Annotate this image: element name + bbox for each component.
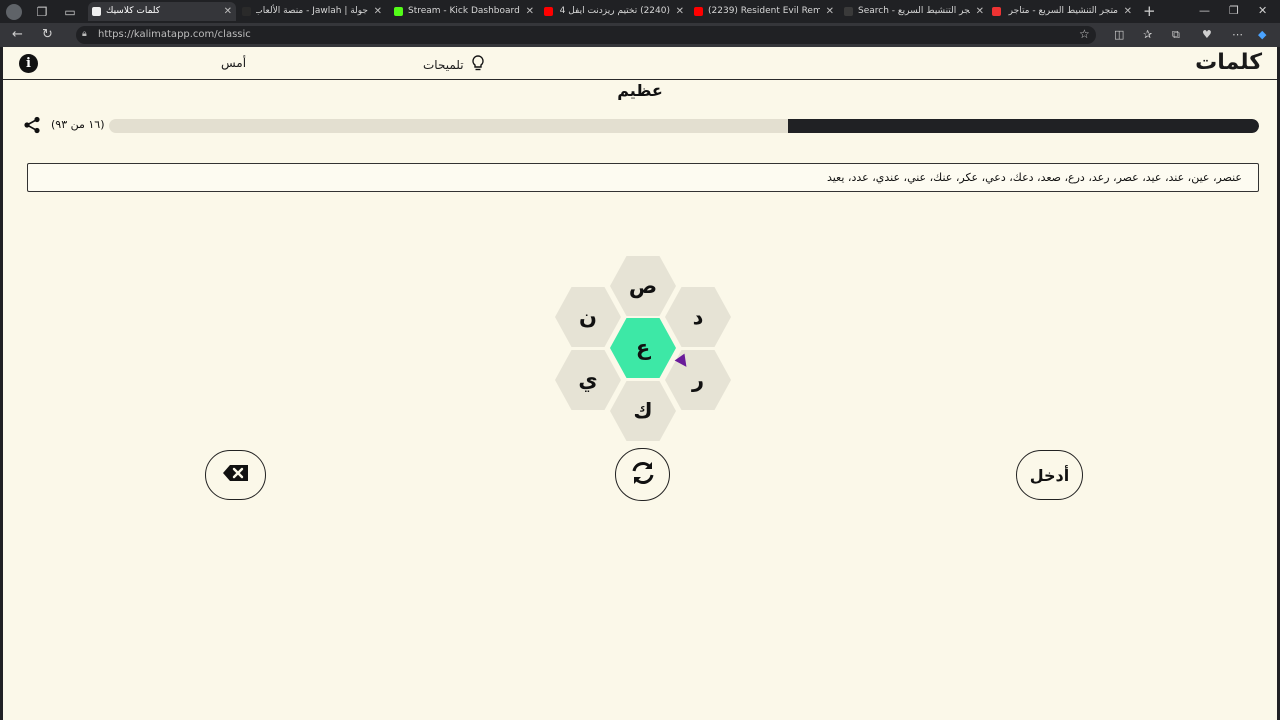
close-tab-icon[interactable]: ✕ — [676, 2, 684, 21]
rank-title: عظيم — [617, 81, 663, 100]
close-tab-icon[interactable]: ✕ — [374, 2, 382, 21]
more-menu-icon[interactable]: ⋯ — [1232, 27, 1243, 43]
progress-fill — [787, 119, 1259, 133]
letter-tile-bottom-left[interactable]: ي — [555, 350, 621, 410]
tab-kick-dashboard[interactable]: Stream - Kick Dashboard ✕ — [390, 2, 538, 21]
tab-favicon-icon — [394, 7, 403, 16]
copilot-icon[interactable]: ◆ — [1258, 27, 1266, 43]
tab-jawlah[interactable]: جولة | Jawlah - منصة الألعاب الت... ✕ — [238, 2, 386, 21]
close-tab-icon[interactable]: ✕ — [224, 2, 232, 21]
enter-button[interactable]: أدخل — [1016, 450, 1083, 500]
close-tab-icon[interactable]: ✕ — [976, 2, 984, 21]
backspace-icon — [222, 464, 250, 486]
close-tab-icon[interactable]: ✕ — [526, 2, 534, 21]
close-tab-icon[interactable]: ✕ — [1124, 2, 1132, 21]
close-window-icon[interactable]: ✕ — [1258, 3, 1267, 19]
tab-favicon-icon — [544, 7, 553, 16]
shuffle-button[interactable] — [615, 448, 670, 501]
yesterday-button[interactable]: أمس — [221, 56, 246, 70]
profile-icon[interactable] — [6, 4, 22, 20]
browser-tab-bar: ❐ ▭ كلمات كلاسيك ✕ جولة | Jawlah - منصة … — [0, 0, 1280, 23]
tab-title: Stream - Kick Dashboard — [408, 6, 520, 16]
favorite-star-icon[interactable]: ☆ — [1079, 27, 1090, 41]
address-bar-row: ← ↻ 🔒︎ https://kalimatapp.com/classic ☆ … — [0, 23, 1280, 47]
tab-title: (2240) تختيم ريزدنت ايفل 4 ريميك... — [558, 6, 670, 16]
app-logo[interactable]: كلمات — [1195, 50, 1262, 75]
tab-favicon-icon — [92, 7, 101, 16]
progress-bar — [109, 119, 1259, 133]
back-icon[interactable]: ← — [12, 27, 23, 43]
split-screen-icon[interactable]: ◫ — [1114, 27, 1124, 43]
tab-favicon-icon — [242, 7, 251, 16]
tab-title: (2239) Resident Evil Remastere... — [708, 6, 820, 16]
tab-title: كلمات كلاسيك — [106, 6, 161, 16]
restore-icon[interactable]: ❐ — [1229, 3, 1239, 19]
tab-youtube-re-remastered[interactable]: (2239) Resident Evil Remastere... ✕ — [690, 2, 838, 21]
letter-tile-top-right[interactable]: د — [665, 287, 731, 347]
tab-title: جولة | Jawlah - منصة الألعاب الت... — [256, 6, 368, 16]
hints-button[interactable]: تلميحات — [423, 55, 485, 74]
tab-actions-icon[interactable]: ▭ — [62, 4, 78, 20]
app-header: كلمات تلميحات أمس i — [3, 47, 1277, 80]
tab-title: Search - متجر التنشيط السريع — [858, 6, 970, 16]
score-count: (١٦ من ٩٣) — [51, 118, 105, 131]
found-words-box[interactable]: عنصر، عين، عند، عيد، عصر، رعد، درع، صعد،… — [27, 163, 1259, 192]
workspaces-icon[interactable]: ❐ — [34, 4, 50, 20]
share-icon[interactable] — [23, 116, 41, 134]
tab-search[interactable]: Search - متجر التنشيط السريع ✕ — [840, 2, 988, 21]
url-text: https://kalimatapp.com/classic — [98, 29, 251, 40]
favorites-icon[interactable]: ✰ — [1143, 27, 1152, 43]
reload-icon[interactable]: ↻ — [42, 27, 53, 43]
collections-icon[interactable]: ⧉ — [1172, 27, 1180, 43]
found-words-list: عنصر، عين، عند، عيد، عصر، رعد، درع، صعد،… — [826, 171, 1242, 184]
hints-label: تلميحات — [423, 58, 464, 72]
letter-tile-center[interactable]: ع — [610, 318, 676, 378]
tab-title: متجر التنشيط السريع - متاجر محدة — [1006, 6, 1118, 16]
close-tab-icon[interactable]: ✕ — [826, 2, 834, 21]
kalimat-page: كلمات تلميحات أمس i عظيم (١٦ من ٩٣) عنصر… — [0, 47, 1280, 720]
letter-tile-top[interactable]: ص — [610, 256, 676, 316]
shuffle-refresh-icon — [630, 460, 656, 490]
minimize-icon[interactable]: — — [1199, 3, 1210, 19]
tab-youtube-re4[interactable]: (2240) تختيم ريزدنت ايفل 4 ريميك... ✕ — [540, 2, 688, 21]
lightbulb-icon — [471, 55, 485, 74]
info-icon[interactable]: i — [19, 54, 38, 73]
tab-favicon-icon — [992, 7, 1001, 16]
delete-button[interactable] — [205, 450, 266, 500]
url-field[interactable]: 🔒︎ https://kalimatapp.com/classic — [76, 26, 1096, 44]
extension-icon[interactable]: ♥ — [1202, 27, 1212, 43]
site-info-icon[interactable]: 🔒︎ — [82, 29, 92, 41]
tab-store[interactable]: متجر التنشيط السريع - متاجر محدة ✕ — [988, 2, 1136, 21]
tab-favicon-icon — [694, 7, 703, 16]
letter-tile-top-left[interactable]: ن — [555, 287, 621, 347]
tab-favicon-icon — [844, 7, 853, 16]
enter-label: أدخل — [1029, 465, 1070, 485]
new-tab-icon[interactable]: + — [1143, 3, 1156, 19]
tab-kalimat-classic[interactable]: كلمات كلاسيك ✕ — [88, 2, 236, 21]
letter-tile-bottom[interactable]: ك — [610, 381, 676, 441]
